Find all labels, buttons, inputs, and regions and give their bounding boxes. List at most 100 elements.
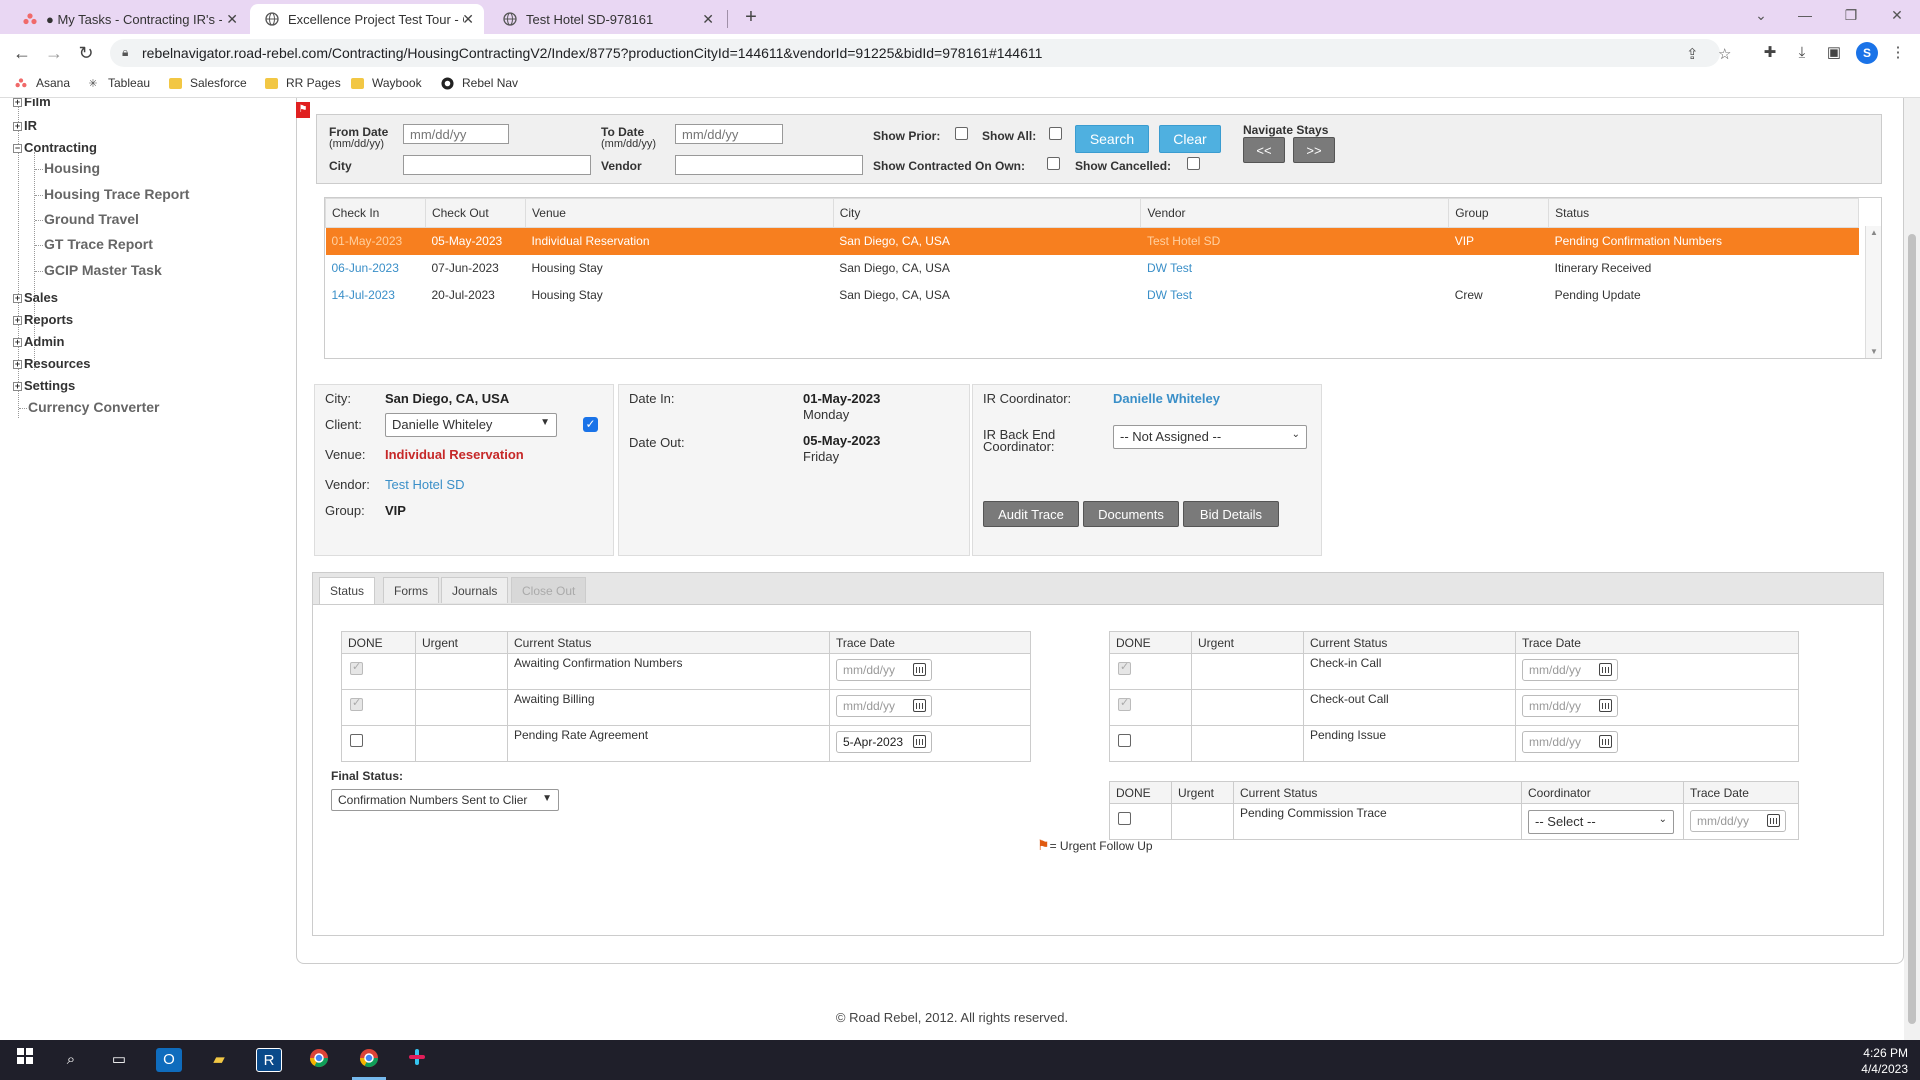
url-bar[interactable]: 🔒︎ rebelnavigator.road-rebel.com/Contrac… xyxy=(110,39,1731,67)
calendar-icon[interactable] xyxy=(1599,735,1612,748)
documents-button[interactable]: Documents xyxy=(1083,501,1179,527)
column-header[interactable]: Venue xyxy=(524,198,834,228)
sidebar-item-film[interactable]: + Film xyxy=(13,98,51,109)
expand-icon[interactable]: + xyxy=(13,360,22,369)
trace-date-input[interactable]: mm/dd/yy xyxy=(1522,659,1618,681)
column-header[interactable]: Status xyxy=(1548,198,1859,228)
tab-status[interactable]: Status xyxy=(319,577,376,604)
expand-icon[interactable]: + xyxy=(13,122,22,131)
column-header[interactable]: Group xyxy=(1448,198,1550,228)
expand-icon[interactable]: + xyxy=(13,294,22,303)
scroll-up-icon[interactable]: ▲ xyxy=(1870,228,1878,237)
sidebar-item-gt-trace-report[interactable]: GT Trace Report xyxy=(44,236,153,252)
task-view-icon[interactable]: ▭ xyxy=(106,1048,132,1072)
show-contracted-checkbox[interactable] xyxy=(1047,157,1060,170)
close-icon[interactable]: ✕ xyxy=(462,11,474,28)
show-cancelled-checkbox[interactable] xyxy=(1187,157,1200,170)
done-checkbox[interactable] xyxy=(350,734,363,747)
windows-start-icon[interactable] xyxy=(12,1048,38,1072)
sidebar-item-housing[interactable]: Housing xyxy=(44,160,100,176)
bookmark-waybook[interactable]: Waybook xyxy=(350,76,422,90)
check-in-link[interactable]: 06-Jun-2023 xyxy=(326,255,426,282)
collapse-icon[interactable]: − xyxy=(13,144,22,153)
final-status-select[interactable]: Confirmation Numbers Sent to Clier ▼ xyxy=(331,789,559,811)
trace-date-input[interactable]: mm/dd/yy xyxy=(1522,731,1618,753)
coordinator-select[interactable]: -- Select -- ⌄ xyxy=(1528,810,1674,834)
next-stay-button[interactable]: >> xyxy=(1293,137,1335,163)
column-header[interactable]: Vendor xyxy=(1140,198,1450,228)
trace-date-input[interactable]: mm/dd/yy xyxy=(1690,810,1786,832)
minimize-button[interactable]: — xyxy=(1782,0,1828,30)
from-date-input[interactable] xyxy=(403,124,509,144)
back-arrow-icon[interactable]: ← xyxy=(8,40,36,66)
system-clock[interactable]: 4:26 PM 4/4/2023 xyxy=(1861,1045,1908,1077)
browser-tab-my-tasks[interactable]: ● My Tasks - Contracting IR's - B ✕ xyxy=(8,4,248,34)
expand-icon[interactable]: + xyxy=(13,316,22,325)
expand-icon[interactable]: + xyxy=(13,382,22,391)
sidebar-item-contracting[interactable]: − Contracting xyxy=(13,140,97,155)
sidebar-item-ground-travel[interactable]: Ground Travel xyxy=(44,211,139,227)
tab-forms[interactable]: Forms xyxy=(383,577,439,603)
backend-coordinator-select[interactable]: -- Not Assigned -- ⌄ xyxy=(1113,425,1307,449)
file-explorer-icon[interactable]: ▰ xyxy=(206,1048,232,1072)
chrome-icon[interactable] xyxy=(356,1048,382,1072)
trace-date-input[interactable]: mm/dd/yy xyxy=(836,695,932,717)
vendor-input[interactable] xyxy=(675,155,863,175)
scroll-down-icon[interactable]: ▼ xyxy=(1870,347,1878,356)
browser-tab-test-hotel[interactable]: Test Hotel SD-978161 ✕ xyxy=(488,4,724,34)
page-scrollbar[interactable] xyxy=(1904,98,1920,1040)
bookmark-salesforce[interactable]: Salesforce xyxy=(168,76,247,90)
urgent-cell[interactable] xyxy=(1191,725,1304,762)
show-prior-checkbox[interactable] xyxy=(955,127,968,140)
new-tab-button[interactable]: + xyxy=(737,4,765,30)
search-icon[interactable]: ⌕ xyxy=(58,1048,84,1072)
table-row-selected[interactable]: 01-May-2023 05-May-2023 Individual Reser… xyxy=(325,227,1859,255)
table-row[interactable]: 06-Jun-2023 07-Jun-2023 Housing Stay San… xyxy=(326,255,1859,282)
results-scrollbar[interactable]: ▲ ▼ xyxy=(1865,226,1881,358)
bookmark-star-icon[interactable]: ☆ xyxy=(1718,45,1731,63)
trace-date-input[interactable]: mm/dd/yy xyxy=(836,659,932,681)
urgent-cell[interactable] xyxy=(415,725,508,762)
client-confirmed-checkbox[interactable]: ✓ xyxy=(583,417,598,432)
sidebar-item-reports[interactable]: + Reports xyxy=(13,312,73,327)
tab-close-out[interactable]: Close Out xyxy=(511,577,587,603)
restore-button[interactable]: ❐ xyxy=(1828,0,1874,30)
browser-tab-excellence[interactable]: Excellence Project Test Tour - Co ✕ xyxy=(250,4,484,34)
done-checkbox[interactable] xyxy=(1118,734,1131,747)
vendor-link[interactable]: Test Hotel SD xyxy=(385,477,464,492)
done-checkbox[interactable] xyxy=(1118,660,1131,675)
expand-icon[interactable]: + xyxy=(13,338,22,347)
rebel-app-icon[interactable]: R xyxy=(256,1048,282,1072)
trace-date-input[interactable]: 5-Apr-2023 xyxy=(836,731,932,753)
urgent-cell[interactable] xyxy=(1191,653,1304,690)
reload-icon[interactable]: ↻ xyxy=(72,40,100,66)
bookmark-tableau[interactable]: ✳ Tableau xyxy=(86,76,150,90)
close-icon[interactable]: ✕ xyxy=(226,11,238,28)
menu-kebab-icon[interactable]: ⋮ xyxy=(1888,43,1908,63)
bookmark-rebel-nav[interactable]: Rebel Nav xyxy=(440,76,518,90)
chrome-icon[interactable] xyxy=(306,1048,332,1072)
done-checkbox[interactable] xyxy=(1118,812,1131,825)
sidebar-item-currency-converter[interactable]: Currency Converter xyxy=(28,399,160,415)
download-icon[interactable]: ⤓ xyxy=(1792,43,1812,63)
sidebar-item-resources[interactable]: + Resources xyxy=(13,356,90,371)
side-panel-icon[interactable]: ▣ xyxy=(1824,43,1844,63)
client-select[interactable]: Danielle Whiteley ▼ xyxy=(385,413,557,437)
audit-trace-button[interactable]: Audit Trace xyxy=(983,501,1079,527)
bookmark-rr-pages[interactable]: RR Pages xyxy=(264,76,341,90)
share-icon[interactable]: ⇪ xyxy=(1686,45,1699,63)
calendar-icon[interactable] xyxy=(1767,814,1780,827)
vendor-link[interactable]: Test Hotel SD xyxy=(1140,227,1449,255)
close-icon[interactable]: ✕ xyxy=(702,11,714,28)
calendar-icon[interactable] xyxy=(1599,699,1612,712)
sidebar-item-sales[interactable]: + Sales xyxy=(13,290,58,305)
bid-details-button[interactable]: Bid Details xyxy=(1183,501,1279,527)
forward-arrow-icon[interactable]: → xyxy=(40,40,68,66)
check-in-link[interactable]: 14-Jul-2023 xyxy=(326,282,426,309)
extensions-icon[interactable]: ✚ xyxy=(1760,43,1780,63)
check-in-link[interactable]: 01-May-2023 xyxy=(325,227,426,255)
previous-stay-button[interactable]: << xyxy=(1243,137,1285,163)
city-input[interactable] xyxy=(403,155,591,175)
bookmark-asana[interactable]: Asana xyxy=(14,76,70,90)
sidebar-item-settings[interactable]: + Settings xyxy=(13,378,75,393)
